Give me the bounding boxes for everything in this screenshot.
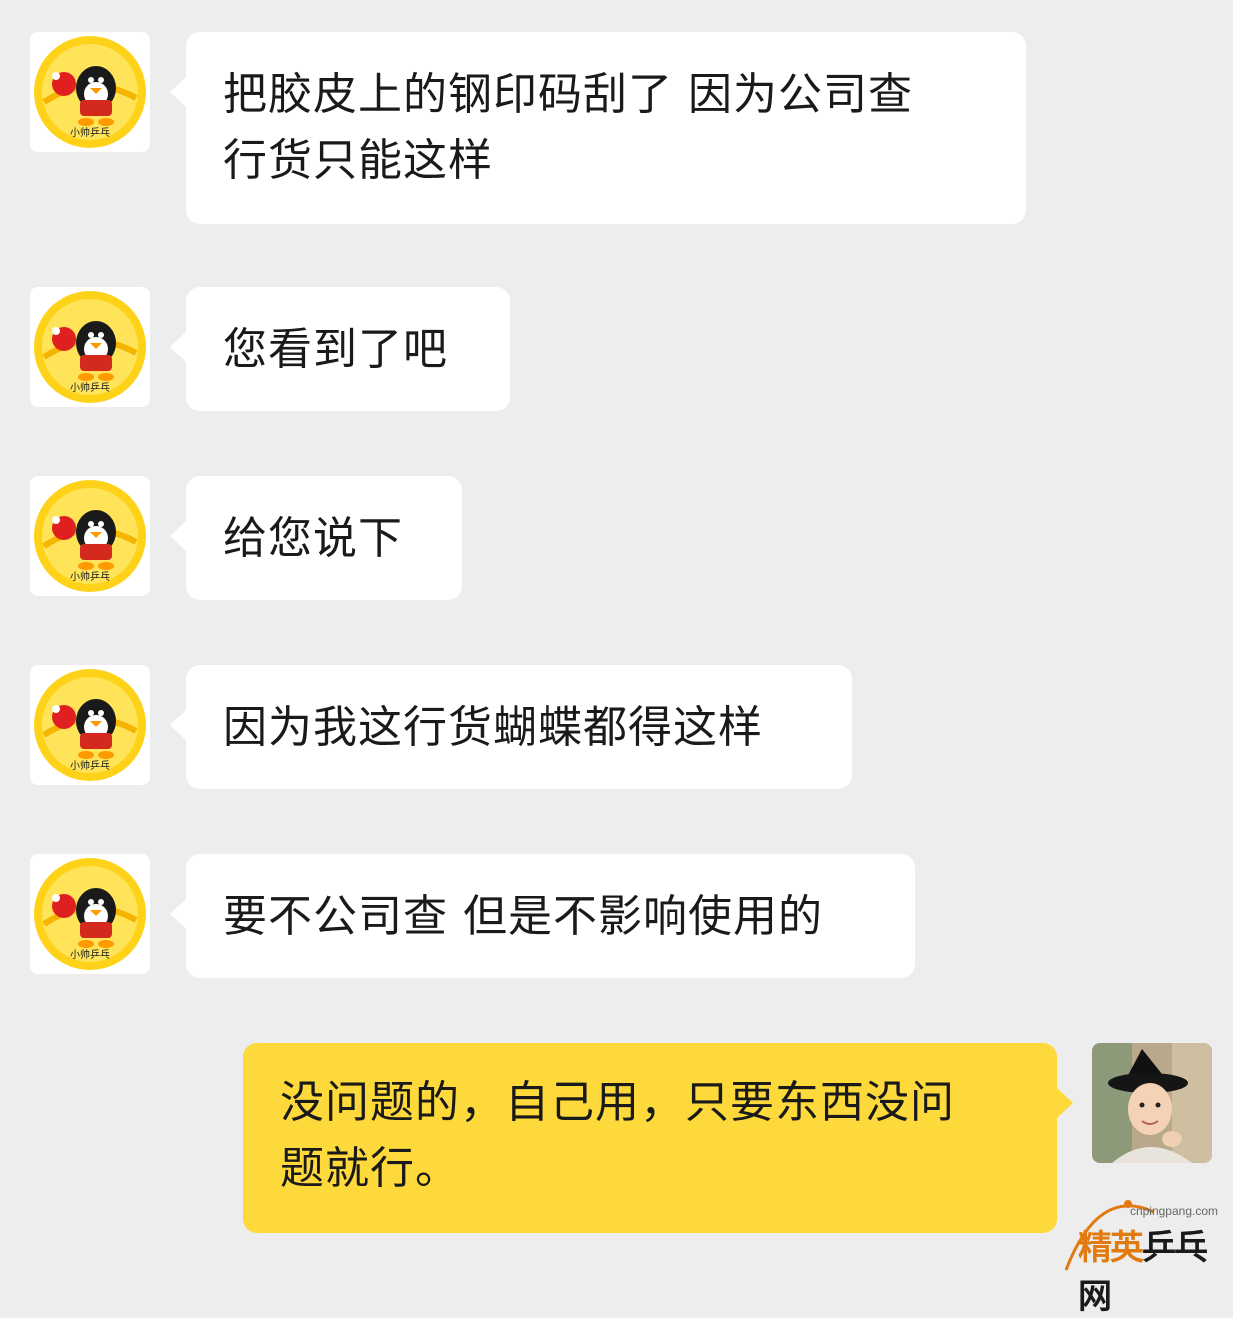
incoming-message-bubble[interactable]: 您看到了吧 [170, 287, 510, 411]
incoming-message-bubble[interactable]: 因为我这行货蝴蝶都得这样 [170, 665, 852, 789]
message-text-line: 行货只能这样 [223, 135, 493, 186]
watermark-brand-part1: 精英 [1078, 1228, 1144, 1268]
child-in-black-hat-photo [1092, 1043, 1212, 1163]
message-text-line: 您看到了吧 [223, 324, 448, 375]
incoming-message-bubble[interactable]: 给您说下 [170, 476, 462, 600]
watermark-logo: cnpingpang.com 精英乒乓网 [1058, 1190, 1228, 1317]
qq-penguin-pingpong-icon: 小帅乒乓 [34, 36, 146, 148]
watermark-brand: 精英乒乓网 [1078, 1220, 1228, 1318]
outgoing-message-bubble[interactable]: 没问题的，自己用，只要东西没问 题就行。 [243, 1043, 1073, 1233]
contact-avatar[interactable]: 小帅乒乓 [30, 287, 150, 407]
qq-penguin-pingpong-icon: 小帅乒乓 [34, 480, 146, 592]
contact-avatar[interactable]: 小帅乒乓 [30, 854, 150, 974]
svg-text:小帅乒乓: 小帅乒乓 [70, 948, 110, 961]
contact-avatar[interactable]: 小帅乒乓 [30, 476, 150, 596]
svg-text:小帅乒乓: 小帅乒乓 [70, 381, 110, 394]
contact-avatar[interactable]: 小帅乒乓 [30, 32, 150, 152]
incoming-message-bubble[interactable]: 把胶皮上的钢印码刮了 因为公司查 行货只能这样 [170, 32, 1026, 224]
message-text-line: 因为我这行货蝴蝶都得这样 [223, 702, 763, 753]
message-text-line: 把胶皮上的钢印码刮了 因为公司查 [223, 69, 913, 120]
watermark-url: cnpingpang.com [1129, 1204, 1218, 1218]
svg-text:小帅乒乓: 小帅乒乓 [70, 570, 110, 583]
message-text-line: 要不公司查 但是不影响使用的 [223, 891, 823, 942]
qq-penguin-pingpong-icon: 小帅乒乓 [34, 858, 146, 970]
message-text-line: 题就行。 [280, 1143, 460, 1194]
self-avatar[interactable] [1092, 1043, 1212, 1163]
incoming-message-bubble[interactable]: 要不公司查 但是不影响使用的 [170, 854, 915, 978]
message-text-line: 给您说下 [223, 513, 403, 564]
svg-text:小帅乒乓: 小帅乒乓 [70, 126, 110, 139]
message-text-line: 没问题的，自己用，只要东西没问 [280, 1077, 955, 1128]
qq-penguin-pingpong-icon: 小帅乒乓 [34, 669, 146, 781]
contact-avatar[interactable]: 小帅乒乓 [30, 665, 150, 785]
svg-text:小帅乒乓: 小帅乒乓 [70, 759, 110, 772]
qq-penguin-pingpong-icon: 小帅乒乓 [34, 291, 146, 403]
